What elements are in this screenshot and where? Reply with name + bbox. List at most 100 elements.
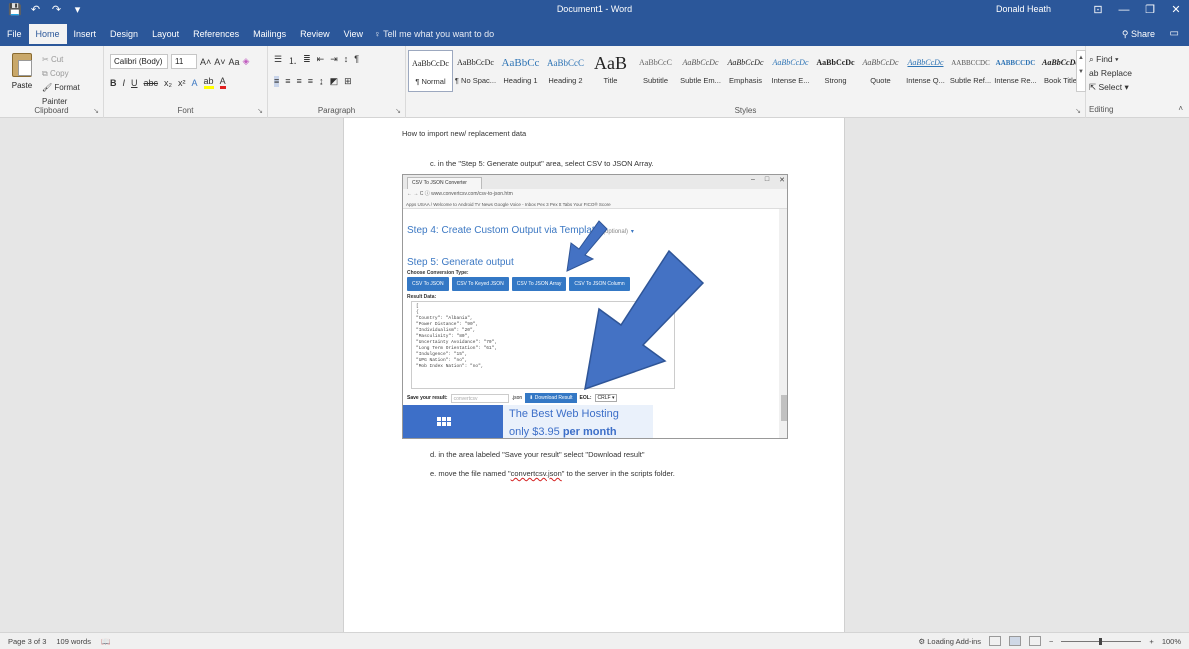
increase-indent-icon[interactable]: ⇥ — [330, 54, 338, 67]
zoom-out-icon[interactable]: − — [1049, 637, 1053, 646]
bold-icon[interactable]: B — [110, 78, 117, 88]
style-sample: AaBbCcDc — [772, 58, 809, 67]
proofing-icon[interactable]: 📖 — [101, 637, 110, 646]
style-subtle-reference[interactable]: AABBCCDC Subtle Ref... — [948, 50, 993, 92]
style-sample: AABBCCDC — [995, 59, 1036, 67]
align-center-icon[interactable]: ≡ — [285, 76, 290, 87]
find-button[interactable]: ⌕ Find ▾ — [1089, 52, 1132, 66]
style-heading-1[interactable]: AaBbCc Heading 1 — [498, 50, 543, 92]
read-mode-button[interactable] — [989, 636, 1002, 646]
document-workspace[interactable]: How to import new/ replacement data c. i… — [0, 118, 1189, 632]
select-button[interactable]: ⇱ Select ▾ — [1089, 80, 1132, 94]
font-row-2: B I U abc x₂ x² A ab A — [110, 76, 226, 89]
user-name[interactable]: Donald Heath — [996, 4, 1051, 14]
bullets-icon[interactable]: ☰ — [274, 54, 282, 67]
borders-icon[interactable]: ⊞ — [344, 76, 352, 87]
tab-review[interactable]: Review — [293, 26, 337, 44]
decrease-indent-icon[interactable]: ⇤ — [317, 54, 325, 67]
page-count[interactable]: Page 3 of 3 — [8, 637, 46, 646]
style-intense-reference[interactable]: AABBCCDC Intense Re... — [993, 50, 1038, 92]
line-spacing-icon[interactable]: ↨ — [319, 76, 324, 87]
doc-step-d: d. in the area labeled "Save your result… — [430, 450, 645, 459]
tab-mailings[interactable]: Mailings — [246, 26, 293, 44]
zoom-level[interactable]: 100% — [1162, 637, 1181, 646]
ribbon-tabs: File Home Insert Design Layout Reference… — [0, 24, 370, 44]
font-group-label: Font — [177, 106, 194, 115]
collapse-ribbon-icon[interactable]: ˄ — [1178, 104, 1183, 113]
show-marks-icon[interactable]: ¶ — [354, 54, 359, 67]
zoom-slider-knob[interactable] — [1099, 637, 1103, 645]
style-intense-quote[interactable]: AaBbCcDc Intense Q... — [903, 50, 948, 92]
style-subtle-emphasis[interactable]: AaBbCcDc Subtle Em... — [678, 50, 723, 92]
sort-icon[interactable]: ↕ — [344, 54, 349, 67]
document-page[interactable]: How to import new/ replacement data c. i… — [343, 118, 845, 632]
underline-icon[interactable]: U — [131, 78, 138, 88]
tab-layout[interactable]: Layout — [145, 26, 186, 44]
font-name-box[interactable]: Calibri (Body) — [110, 54, 168, 69]
shrink-font-icon[interactable]: A˅ — [214, 57, 225, 67]
replace-button[interactable]: ab Replace — [1089, 66, 1132, 80]
highlight-icon[interactable]: ab — [203, 76, 214, 89]
style-sample: AaBbCcC — [639, 58, 672, 67]
numbering-icon[interactable]: ⒈ — [288, 54, 297, 67]
comments-icon[interactable]: ▭ — [1170, 28, 1179, 39]
shading-icon[interactable]: ◩ — [330, 76, 339, 87]
print-layout-button[interactable] — [1009, 636, 1022, 646]
tab-insert[interactable]: Insert — [67, 26, 104, 44]
tab-file[interactable]: File — [0, 26, 29, 44]
cut-button[interactable]: ✂ Cut — [42, 53, 103, 67]
tab-design[interactable]: Design — [103, 26, 145, 44]
share-button[interactable]: ⚲ Share — [1122, 29, 1155, 40]
style-normal[interactable]: AaBbCcDc ¶ Normal — [408, 50, 453, 92]
minimize-icon[interactable]: — — [1111, 0, 1137, 20]
web-layout-button[interactable] — [1029, 636, 1042, 646]
dialog-launcher-icon[interactable]: ↘ — [1075, 107, 1081, 115]
editing-group: ⌕ Find ▾ ab Replace ⇱ Select ▾ — [1089, 52, 1132, 94]
dialog-launcher-icon[interactable]: ↘ — [395, 107, 401, 115]
restore-icon[interactable]: ❐ — [1137, 0, 1163, 20]
strikethrough-icon[interactable]: abc — [144, 78, 159, 88]
italic-icon[interactable]: I — [123, 78, 126, 88]
style-strong[interactable]: AaBbCcDc Strong — [813, 50, 858, 92]
embedded-screenshot[interactable]: CSV To JSON Converter – □ ✕ ← → C ⓘ www.… — [402, 174, 788, 439]
zoom-in-icon[interactable]: + — [1149, 637, 1153, 646]
superscript-icon[interactable]: x² — [178, 78, 186, 88]
addins-status: ⚙ Loading Add-ins — [918, 637, 981, 646]
dialog-launcher-icon[interactable]: ↘ — [93, 107, 99, 115]
align-left-icon[interactable]: ≡ — [274, 76, 280, 87]
grow-font-icon[interactable]: A˄ — [200, 57, 211, 67]
subscript-icon[interactable]: x₂ — [164, 78, 172, 88]
dialog-launcher-icon[interactable]: ↘ — [257, 107, 263, 115]
text-effects-icon[interactable]: A — [192, 78, 198, 88]
format-painter-button[interactable]: 🖌 Format Painter — [42, 81, 103, 109]
style-title[interactable]: AaB Title — [588, 50, 633, 92]
zoom-slider[interactable] — [1061, 637, 1142, 645]
ribbon-display-options-icon[interactable]: ⊡ — [1085, 0, 1111, 20]
style-heading-2[interactable]: AaBbCcC Heading 2 — [543, 50, 588, 92]
style-sample: AABBCCDC — [951, 59, 990, 67]
font-size-box[interactable]: 11 — [171, 54, 197, 69]
align-right-icon[interactable]: ≡ — [297, 76, 302, 87]
clear-formatting-icon[interactable]: ◈ — [243, 56, 250, 67]
style-emphasis[interactable]: AaBbCcDc Emphasis — [723, 50, 768, 92]
paste-button[interactable]: Paste — [8, 53, 36, 90]
tab-references[interactable]: References — [186, 26, 246, 44]
word-count[interactable]: 109 words — [56, 637, 91, 646]
style-name: Subtle Em... — [680, 76, 721, 85]
style-no-spacing[interactable]: AaBbCcDc ¶ No Spac... — [453, 50, 498, 92]
styles-gallery: AaBbCcDc ¶ Normal AaBbCcDc ¶ No Spac... Aa… — [408, 50, 1083, 92]
tab-home[interactable]: Home — [28, 24, 67, 44]
tab-view[interactable]: View — [337, 26, 370, 44]
copy-button[interactable]: ⧉ Copy — [42, 67, 103, 81]
multilevel-list-icon[interactable]: ≣ — [303, 54, 311, 67]
font-color-icon[interactable]: A — [219, 76, 226, 89]
style-quote[interactable]: AaBbCcDc Quote — [858, 50, 903, 92]
style-intense-emphasis[interactable]: AaBbCcDc Intense E... — [768, 50, 813, 92]
style-subtitle[interactable]: AaBbCcC Subtitle — [633, 50, 678, 92]
tell-me-box[interactable]: ♀ Tell me what you want to do — [374, 29, 494, 39]
close-icon[interactable]: ✕ — [1163, 0, 1189, 20]
style-name: Intense Re... — [994, 76, 1037, 85]
styles-gallery-scroll[interactable]: ▲ ▼ — [1076, 50, 1086, 92]
change-case-icon[interactable]: Aa — [229, 57, 240, 67]
justify-icon[interactable]: ≡ — [308, 76, 313, 87]
